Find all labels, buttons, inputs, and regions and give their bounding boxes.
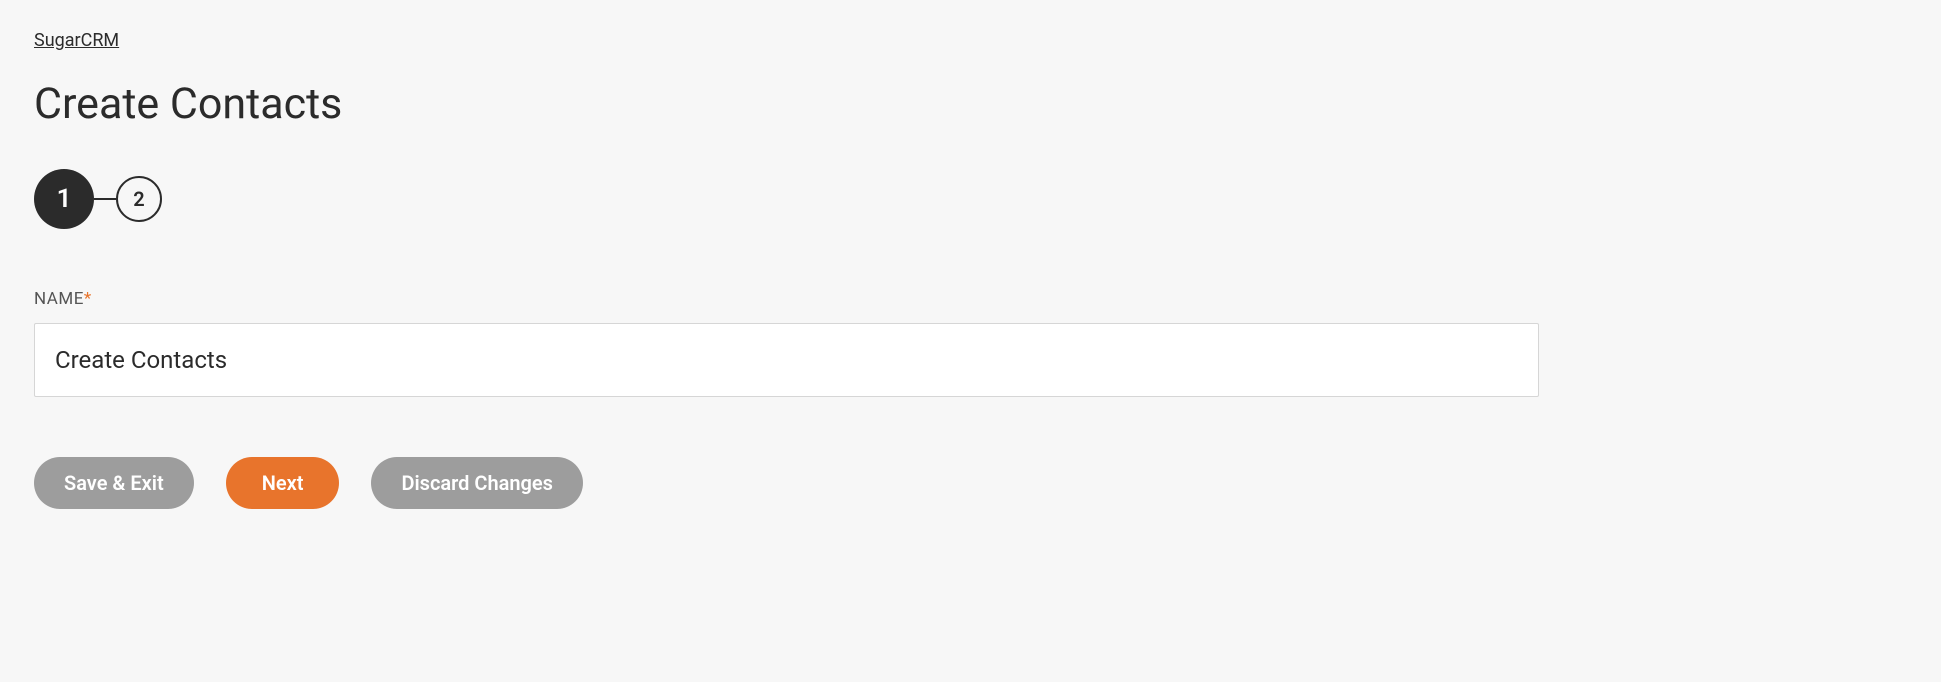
step-1[interactable]: 1 xyxy=(34,169,94,229)
page-title: Create Contacts xyxy=(34,79,1907,129)
name-input[interactable] xyxy=(34,323,1539,397)
step-2[interactable]: 2 xyxy=(116,176,162,222)
name-label: NAME* xyxy=(34,289,1907,309)
required-asterisk: * xyxy=(84,289,92,309)
button-row: Save & Exit Next Discard Changes xyxy=(34,457,1907,509)
name-label-text: NAME xyxy=(34,289,84,309)
save-exit-button[interactable]: Save & Exit xyxy=(34,457,194,509)
breadcrumb-link[interactable]: SugarCRM xyxy=(34,30,119,51)
next-button[interactable]: Next xyxy=(226,457,340,509)
discard-changes-button[interactable]: Discard Changes xyxy=(371,457,583,509)
step-connector xyxy=(94,198,116,200)
wizard-stepper: 1 2 xyxy=(34,169,1907,229)
